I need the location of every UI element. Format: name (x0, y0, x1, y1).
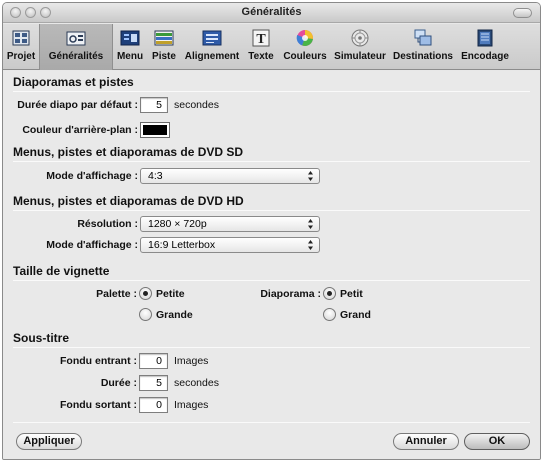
slideshow-large-radio[interactable] (323, 308, 336, 321)
toolbar-label-projet: Projet (6, 51, 36, 62)
toolbar-item-couleurs[interactable]: Couleurs (279, 24, 331, 70)
fade-out-unit: Images (174, 399, 209, 411)
cancel-button[interactable]: Annuler (393, 433, 459, 450)
hd-resolution-value: 1280 × 720p (148, 218, 207, 230)
default-slide-duration-unit: secondes (174, 99, 219, 111)
popup-arrows-icon (308, 240, 313, 250)
section-divider (13, 280, 530, 281)
toolbar-toggle-button[interactable] (513, 8, 532, 18)
toolbar-label-destinations: Destinations (392, 51, 453, 62)
colors-icon (296, 30, 313, 46)
toolbar-item-destinations[interactable]: Destinations (389, 24, 457, 70)
slideshow-large-label: Grand (340, 309, 371, 321)
palette-label: Palette : (96, 288, 137, 300)
simulator-icon (351, 29, 369, 47)
section-divider (13, 347, 530, 348)
toolbar-label-texte: Texte (248, 51, 274, 62)
fade-out-field[interactable]: 0 (139, 397, 168, 413)
hd-resolution-popup[interactable]: 1280 × 720p (140, 216, 320, 232)
toolbar-label-menu: Menu (116, 51, 144, 62)
slideshow-thumbnail-label: Diaporama : (260, 288, 321, 300)
section-title-dvd-hd: Menus, pistes et diaporamas de DVD HD (13, 194, 244, 208)
toolbar-label-simulateur: Simulateur (334, 51, 386, 62)
section-divider (13, 161, 530, 162)
toolbar-item-projet[interactable]: Projet (3, 24, 39, 70)
toolbar-label-generalites: Généralités (48, 51, 104, 62)
background-color-swatch (143, 125, 167, 135)
general-icon (66, 31, 86, 46)
section-title-slideshows: Diaporamas et pistes (13, 75, 134, 89)
sd-display-mode-popup[interactable]: 4:3 (140, 168, 320, 184)
toolbar-item-alignement[interactable]: Alignement (181, 24, 243, 70)
svg-text:T: T (256, 32, 266, 47)
slideshow-small-radio[interactable] (323, 287, 336, 300)
background-color-well[interactable] (140, 122, 170, 138)
track-icon (154, 30, 174, 46)
default-slide-duration-field[interactable]: 5 (140, 97, 168, 113)
hd-display-mode-value: 16:9 Letterbox (148, 239, 216, 251)
fade-in-field[interactable]: 0 (139, 353, 168, 369)
toolbar-label-piste: Piste (152, 51, 176, 62)
popup-arrows-icon (308, 219, 313, 229)
toolbar-label-couleurs: Couleurs (283, 51, 327, 62)
ok-button[interactable]: OK (464, 433, 530, 450)
section-divider (13, 210, 530, 211)
section-divider (13, 91, 530, 92)
default-slide-duration-label: Durée diapo par défaut : (17, 99, 138, 111)
toolbar-label-alignement: Alignement (184, 51, 240, 62)
destinations-icon (414, 29, 432, 46)
project-icon (12, 30, 30, 46)
fade-in-unit: Images (174, 355, 209, 367)
buttons-divider (13, 422, 530, 423)
section-title-thumbnail-size: Taille de vignette (13, 264, 110, 278)
toolbar-item-simulateur[interactable]: Simulateur (331, 24, 389, 70)
fade-in-label: Fondu entrant : (60, 355, 137, 367)
toolbar-item-piste[interactable]: Piste (147, 24, 181, 70)
toolbar-item-menu[interactable]: Menu (113, 24, 147, 70)
palette-small-radio[interactable] (139, 287, 152, 300)
palette-large-radio[interactable] (139, 308, 152, 321)
menu-icon (120, 30, 140, 46)
title-bar: Généralités (3, 3, 540, 23)
section-title-dvd-sd: Menus, pistes et diaporamas de DVD SD (13, 145, 244, 159)
hd-resolution-label: Résolution : (77, 218, 138, 230)
encoding-icon (477, 29, 493, 47)
alignment-icon (202, 30, 222, 46)
subtitle-duration-label: Durée : (100, 377, 137, 389)
preferences-window: Généralités Projet Généralités Menu Pist… (2, 2, 541, 460)
background-color-label: Couleur d'arrière-plan : (22, 124, 138, 136)
toolbar-item-texte[interactable]: T Texte (243, 24, 279, 70)
sd-display-mode-value: 4:3 (148, 170, 163, 182)
fade-out-label: Fondu sortant : (60, 399, 137, 411)
section-title-subtitle: Sous-titre (13, 331, 70, 345)
palette-large-label: Grande (156, 309, 193, 321)
slideshow-small-label: Petit (340, 288, 363, 300)
text-icon: T (252, 29, 270, 47)
hd-display-mode-popup[interactable]: 16:9 Letterbox (140, 237, 320, 253)
palette-small-label: Petite (156, 288, 185, 300)
preferences-toolbar: Projet Généralités Menu Piste Alignement… (3, 24, 540, 70)
toolbar-item-generalites[interactable]: Généralités (39, 24, 113, 70)
subtitle-duration-field[interactable]: 5 (139, 375, 168, 391)
toolbar-label-encodage: Encodage (461, 51, 509, 62)
sd-display-mode-label: Mode d'affichage : (46, 170, 138, 182)
popup-arrows-icon (308, 171, 313, 181)
general-preferences-pane: Diaporamas et pistes Durée diapo par déf… (3, 71, 540, 459)
subtitle-duration-unit: secondes (174, 377, 219, 389)
window-title: Généralités (241, 6, 302, 18)
toolbar-item-encodage[interactable]: Encodage (457, 24, 513, 70)
apply-button[interactable]: Appliquer (16, 433, 82, 450)
hd-display-mode-label: Mode d'affichage : (46, 239, 138, 251)
